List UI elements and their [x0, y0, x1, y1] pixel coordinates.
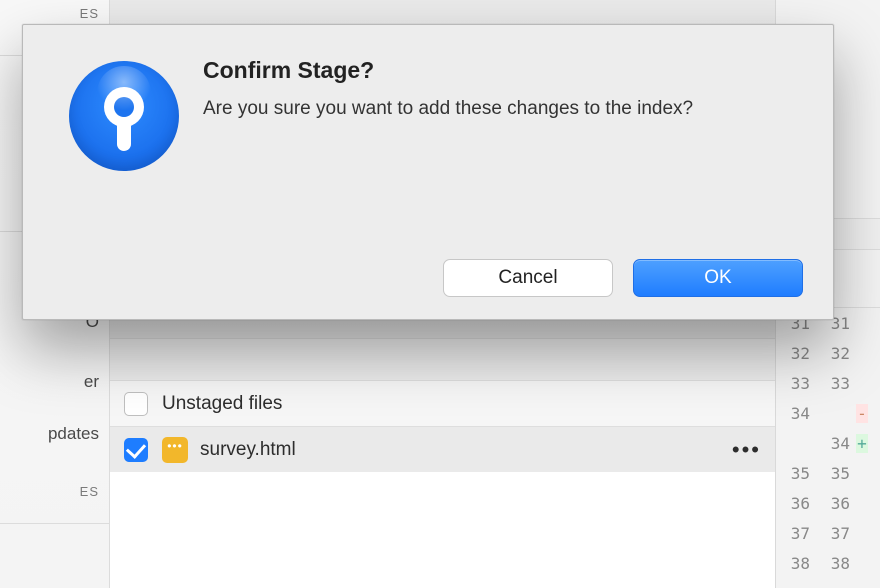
- cancel-button[interactable]: Cancel: [443, 259, 613, 297]
- dialog-message: Are you sure you want to add these chang…: [203, 96, 723, 122]
- ok-button[interactable]: OK: [633, 259, 803, 297]
- app-icon: [69, 61, 179, 171]
- modal-overlay: Confirm Stage? Are you sure you want to …: [0, 0, 880, 588]
- app-root: ES da ES O er pdates ES Unstaged files: [0, 0, 880, 588]
- confirm-stage-dialog: Confirm Stage? Are you sure you want to …: [22, 24, 834, 320]
- dialog-title: Confirm Stage?: [203, 57, 803, 84]
